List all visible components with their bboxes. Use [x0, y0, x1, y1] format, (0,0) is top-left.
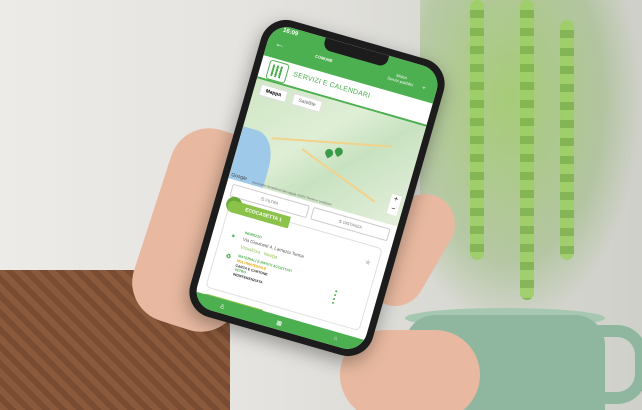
navigate-link[interactable]: Naviga: [263, 251, 278, 260]
calendar-icon[interactable]: ▦: [276, 319, 283, 327]
zoom-control: + −: [386, 193, 402, 216]
map-pin-icon[interactable]: [333, 146, 345, 158]
photo-scene: 16:09 ← COMUNE Maiori Servizi pubblici ⌄…: [0, 0, 642, 410]
app-logo: [265, 59, 290, 84]
star-icon[interactable]: ★: [363, 257, 372, 268]
plant-vine: [470, 0, 484, 260]
map-tab-mappa[interactable]: Mappa: [258, 83, 289, 103]
back-arrow-icon[interactable]: ←: [274, 38, 287, 51]
plant-vine: [560, 20, 574, 260]
map-tab-satellite[interactable]: Satellite: [290, 93, 323, 113]
map-road: [272, 137, 393, 148]
plant-vine: [520, 0, 534, 300]
zoom-out-button[interactable]: −: [387, 204, 399, 216]
phone-notch: [322, 37, 390, 68]
location-icon: ⌖: [230, 233, 236, 241]
materials-block: MATERIALI E RIFIUTI ACCETTATI MULTIMATER…: [232, 254, 292, 292]
mug-handle: [590, 325, 642, 404]
municipality-block: Maiori Servizi pubblici: [387, 70, 415, 88]
distance-label: DISTANZA: [342, 219, 363, 230]
comune-label: COMUNE: [314, 53, 334, 64]
status-time: 16:09: [282, 27, 299, 38]
recycle-icon: ♻: [224, 253, 232, 261]
material-dots: [331, 288, 339, 306]
smartphone: 16:09 ← COMUNE Maiori Servizi pubblici ⌄…: [183, 13, 451, 363]
home-icon[interactable]: ⌂: [333, 336, 338, 343]
user-icon[interactable]: ♙: [219, 302, 226, 310]
filter-label: FILTRA: [264, 197, 280, 206]
chevron-down-icon[interactable]: ⌄: [420, 82, 428, 91]
map-pin-icon[interactable]: [323, 147, 335, 159]
